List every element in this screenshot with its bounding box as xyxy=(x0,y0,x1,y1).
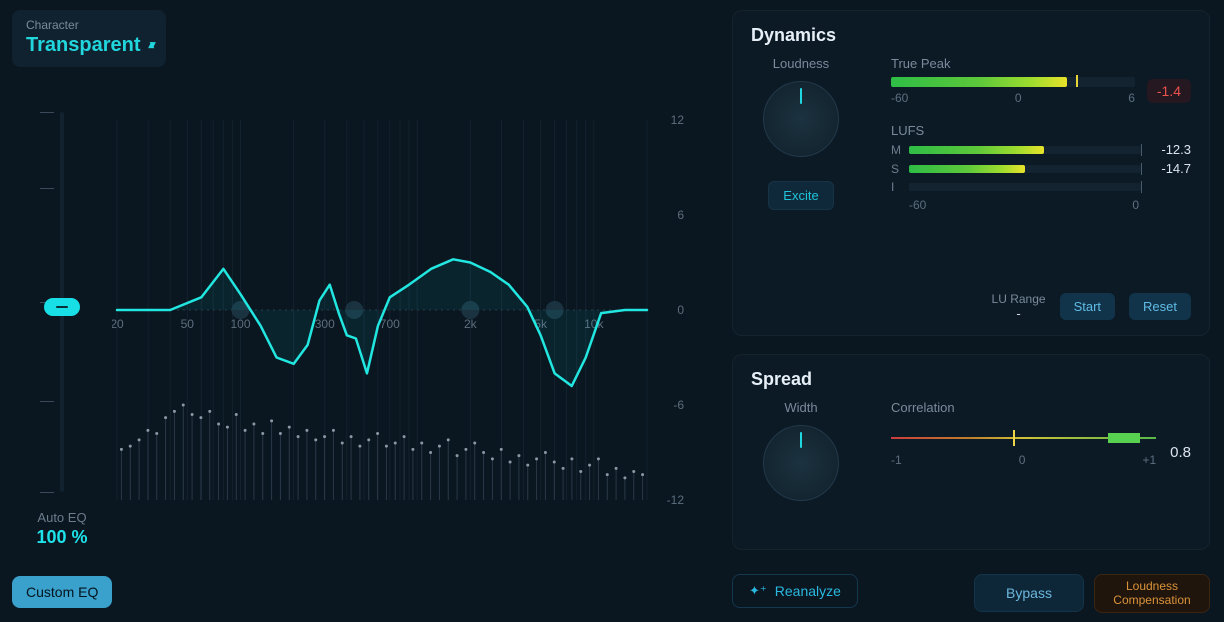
dynamics-title: Dynamics xyxy=(751,25,1191,46)
custom-eq-button[interactable]: Custom EQ xyxy=(12,576,112,608)
svg-text:50: 50 xyxy=(181,317,195,331)
lufs-meters: M-12.3 S-14.7 I xyxy=(891,142,1191,194)
reanalyze-label: Reanalyze xyxy=(775,583,841,599)
true-peak-reading: -1.4 xyxy=(1147,79,1191,103)
svg-text:12: 12 xyxy=(671,113,685,127)
true-peak-label: True Peak xyxy=(891,56,1191,71)
lufs-scale: -600 xyxy=(891,198,1191,212)
loudness-knob[interactable] xyxy=(763,81,839,157)
svg-text:0: 0 xyxy=(677,303,684,317)
dynamics-panel: Dynamics Loudness Excite True Peak -6006… xyxy=(732,10,1210,336)
character-selector[interactable]: Character Transparent ▴▾ xyxy=(12,10,166,67)
svg-text:2k: 2k xyxy=(464,317,478,331)
width-label: Width xyxy=(751,400,851,415)
sparkles-icon: ✦⁺ xyxy=(749,583,767,599)
correlation-meter xyxy=(891,437,1156,439)
excite-button[interactable]: Excite xyxy=(768,181,833,210)
reanalyze-button[interactable]: ✦⁺ Reanalyze xyxy=(732,574,858,608)
auto-eq-label: Auto EQ xyxy=(22,510,102,525)
auto-eq-readout: Auto EQ 100 % xyxy=(22,510,102,548)
lufs-row-I: I xyxy=(891,180,1191,194)
true-peak-scale: -6006 xyxy=(891,91,1135,105)
svg-text:700: 700 xyxy=(380,317,400,331)
lu-range-label: LU Range xyxy=(992,292,1046,306)
loudness-label: Loudness xyxy=(751,56,851,71)
updown-icon: ▴▾ xyxy=(148,43,151,49)
auto-eq-value: 100 % xyxy=(22,527,102,548)
fader-thumb[interactable] xyxy=(44,298,80,316)
svg-text:300: 300 xyxy=(315,317,335,331)
svg-text:-12: -12 xyxy=(667,493,685,507)
start-button[interactable]: Start xyxy=(1060,293,1115,320)
character-label: Character xyxy=(26,18,152,32)
true-peak-meter xyxy=(891,77,1135,87)
loudness-compensation-button[interactable]: Loudness Compensation xyxy=(1094,574,1210,613)
spread-panel: Spread Width Correlation -10+1 0.8 xyxy=(732,354,1210,550)
auto-eq-fader[interactable] xyxy=(42,112,82,522)
loud-comp-line2: Compensation xyxy=(1113,593,1190,607)
lu-range-value: - xyxy=(992,306,1046,321)
svg-text:20: 20 xyxy=(112,317,124,331)
eq-chart[interactable]: 20501003007002k5k10k1260-6-12 xyxy=(112,110,692,510)
lufs-row-S: S-14.7 xyxy=(891,161,1191,176)
svg-text:-6: -6 xyxy=(673,398,684,412)
character-value: Transparent xyxy=(26,34,140,57)
correlation-label: Correlation xyxy=(891,400,1191,415)
correlation-reading: 0.8 xyxy=(1170,444,1191,461)
lufs-label: LUFS xyxy=(891,123,1191,138)
eq-svg: 20501003007002k5k10k1260-6-12 xyxy=(112,110,692,510)
correlation-scale: -10+1 xyxy=(891,453,1156,467)
width-knob[interactable] xyxy=(763,425,839,501)
loud-comp-line1: Loudness xyxy=(1126,579,1178,593)
reset-button[interactable]: Reset xyxy=(1129,293,1191,320)
bypass-button[interactable]: Bypass xyxy=(974,574,1084,612)
spread-title: Spread xyxy=(751,369,1191,390)
lu-range: LU Range - xyxy=(992,292,1046,321)
svg-text:6: 6 xyxy=(677,208,684,222)
svg-text:100: 100 xyxy=(230,317,250,331)
lufs-row-M: M-12.3 xyxy=(891,142,1191,157)
